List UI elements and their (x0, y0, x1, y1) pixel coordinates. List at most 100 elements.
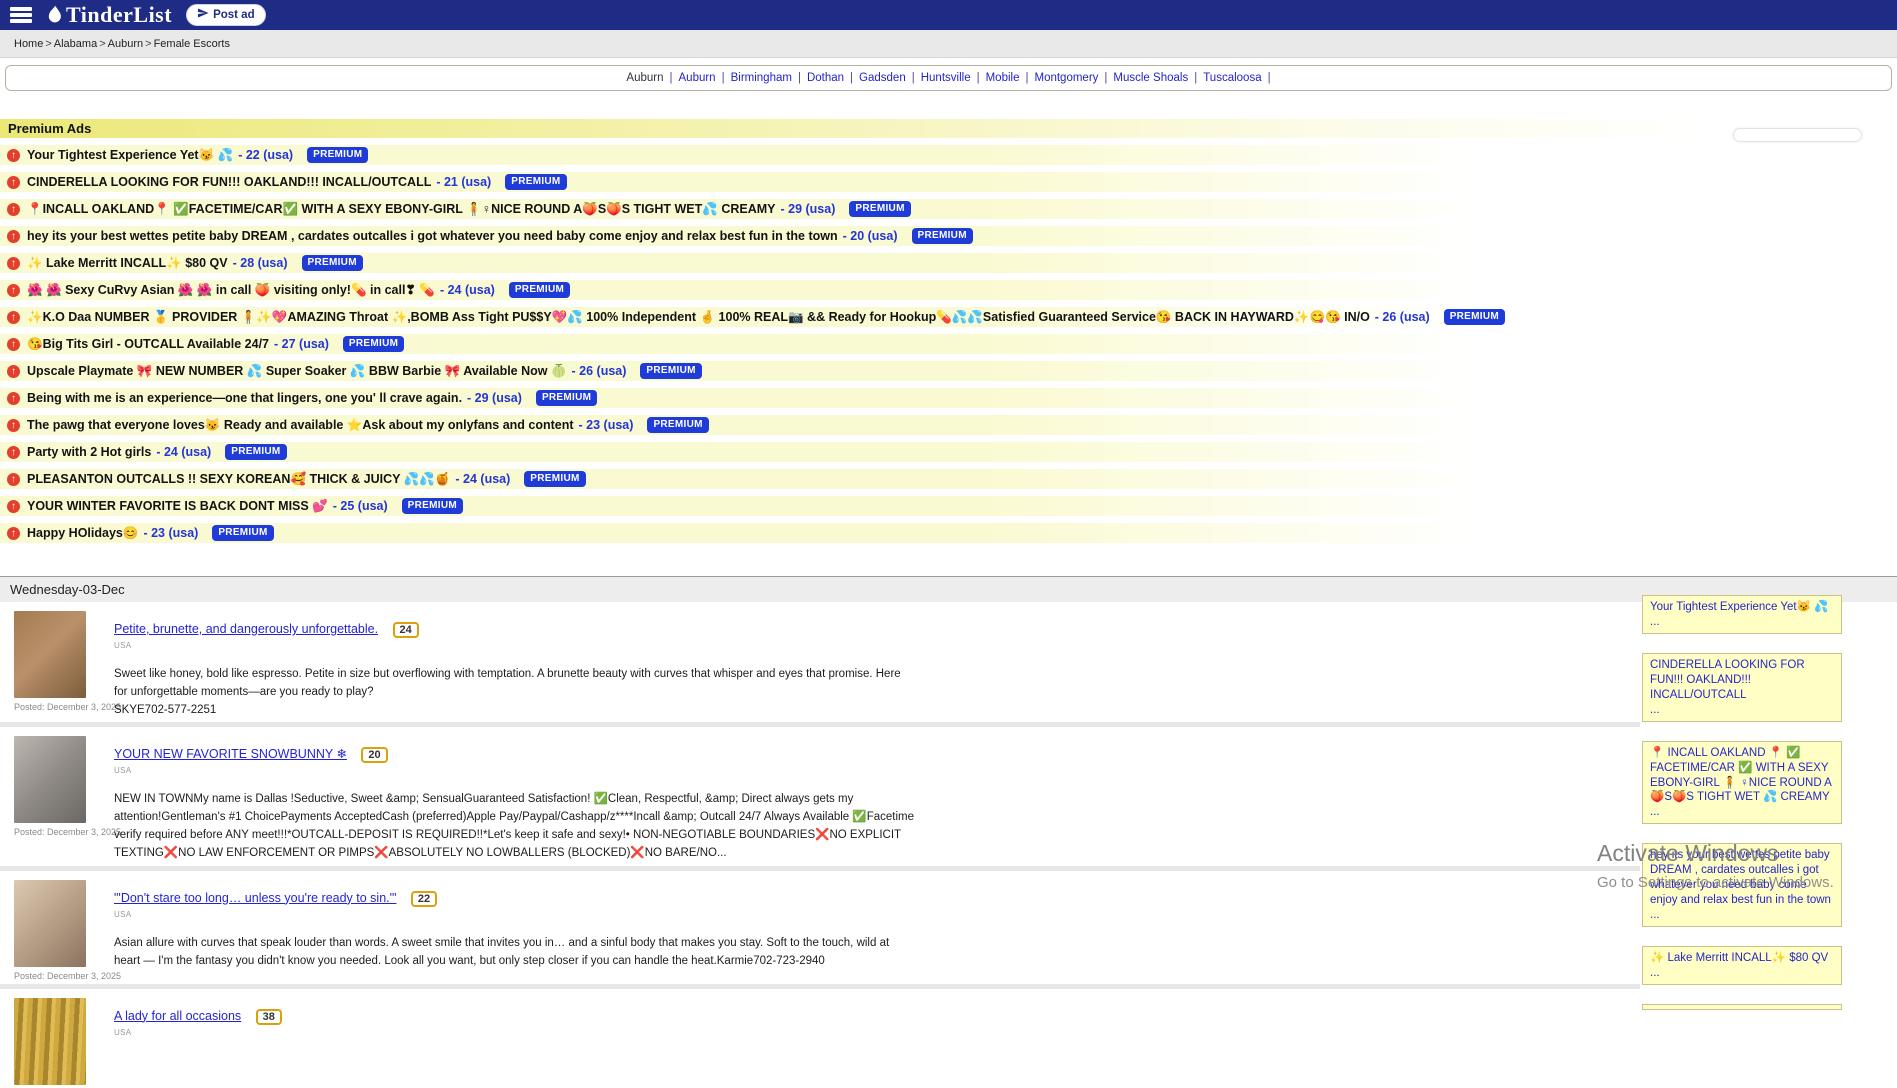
listing-title-link[interactable]: A lady for all occasions (114, 1009, 241, 1023)
listing-title-link[interactable]: Petite, brunette, and dangerously unforg… (114, 622, 378, 636)
sidebar-card-title[interactable]: hey its your best wettes petite baby DRE… (1650, 849, 1831, 906)
city-link-mobile[interactable]: Mobile (986, 72, 1020, 84)
listing-thumbnail[interactable] (14, 998, 86, 1085)
sidebar-premium-card[interactable]: hey its your best wettes petite baby DRE… (1642, 843, 1842, 927)
city-link-montgomery[interactable]: Montgomery (1034, 72, 1098, 84)
premium-ad-age: - 29 (usa) (781, 202, 836, 216)
breadcrumb-city[interactable]: Auburn (108, 38, 143, 50)
sidebar-card-title[interactable]: Your Tightest Experience Yet😼 💦 (1650, 601, 1828, 613)
sidebar-premium-card[interactable]: Your Tightest Experience Yet😼 💦 ... (1642, 595, 1842, 634)
bump-arrow-icon (7, 365, 20, 378)
premium-badge: PREMIUM (912, 228, 973, 245)
breadcrumb-home[interactable]: Home (14, 38, 43, 50)
premium-ad-row[interactable]: Party with 2 Hot girls - 24 (usa) PREMIU… (0, 442, 1897, 462)
premium-ad-title[interactable]: PLEASANTON OUTCALLS !! SEXY KOREAN🥰 THIC… (27, 472, 450, 487)
listing-country: USA (114, 641, 1640, 650)
premium-badge: PREMIUM (536, 390, 597, 407)
premium-ad-title[interactable]: Being with me is an experience—one that … (27, 391, 462, 405)
listing-item[interactable]: Posted: December 3, 2025 Petite, brunett… (0, 602, 1640, 722)
premium-ad-age: - 29 (usa) (467, 391, 522, 405)
sidebar-premium-card[interactable]: ✨ Lake Merritt INCALL✨ $80 QV ... (1642, 946, 1842, 985)
city-link-birmingham[interactable]: Birmingham (731, 72, 792, 84)
listing-title-link[interactable]: YOUR NEW FAVORITE SNOWBUNNY ❄ (114, 747, 347, 761)
city-link-tuscaloosa[interactable]: Tuscaloosa (1203, 72, 1261, 84)
posted-date: Posted: December 3, 2025 (14, 971, 114, 981)
city-link-auburn[interactable]: Auburn (679, 72, 716, 84)
flame-icon (46, 5, 63, 25)
premium-ad-row[interactable]: ✨ Lake Merritt INCALL✨ $80 QV - 28 (usa)… (0, 253, 1897, 273)
city-link-dothan[interactable]: Dothan (807, 72, 844, 84)
bump-arrow-icon (7, 176, 20, 189)
listing-country: USA (114, 910, 1640, 919)
sidebar-premium-card[interactable]: 📍 INCALL OAKLAND 📍 ✅ FACETIME/CAR ✅ WITH… (1642, 741, 1842, 825)
posted-date: Posted: December 3, 2025 (14, 827, 114, 837)
listing-item[interactable]: Posted: December 3, 2025 YOUR NEW FAVORI… (0, 727, 1640, 865)
sidebar-card-title[interactable]: ✨ Lake Merritt INCALL✨ $80 QV (1650, 952, 1828, 964)
premium-ad-title[interactable]: The pawg that everyone loves😼 Ready and … (27, 418, 574, 433)
age-badge: 38 (256, 1009, 282, 1025)
city-link-gadsden[interactable]: Gadsden (859, 72, 906, 84)
date-header: Wednesday-03-Dec (0, 576, 1897, 602)
premium-ad-row[interactable]: Happy HOlidays😊 - 23 (usa) PREMIUM (0, 523, 1897, 543)
premium-ad-title[interactable]: Party with 2 Hot girls (27, 445, 151, 459)
premium-ad-row[interactable]: CINDERELLA LOOKING FOR FUN!!! OAKLAND!!!… (0, 172, 1897, 192)
premium-ad-title[interactable]: ✨ Lake Merritt INCALL✨ $80 QV (27, 256, 228, 271)
premium-ad-row[interactable]: ✨K.O Daa NUMBER 🥇 PROVIDER 🧍✨💖AMAZING Th… (0, 307, 1897, 327)
premium-ad-row[interactable]: PLEASANTON OUTCALLS !! SEXY KOREAN🥰 THIC… (0, 469, 1897, 489)
premium-ad-row[interactable]: 🌺 🌺 Sexy CuRvy Asian 🌺 🌺 in call 🍑 visit… (0, 280, 1897, 300)
premium-ad-row[interactable]: Your Tightest Experience Yet😼 💦 - 22 (us… (0, 145, 1897, 165)
breadcrumb-separator: > (45, 38, 51, 50)
premium-ad-row[interactable]: hey its your best wettes petite baby DRE… (0, 226, 1897, 246)
premium-badge: PREMIUM (509, 282, 570, 299)
bump-arrow-icon (7, 473, 20, 486)
ad-placeholder-pill (1733, 128, 1862, 142)
breadcrumb-state[interactable]: Alabama (54, 38, 97, 50)
premium-ad-title[interactable]: 🌺 🌺 Sexy CuRvy Asian 🌺 🌺 in call 🍑 visit… (27, 282, 435, 298)
premium-ad-age: - 28 (usa) (233, 256, 288, 270)
premium-ad-title[interactable]: ✨K.O Daa NUMBER 🥇 PROVIDER 🧍✨💖AMAZING Th… (27, 310, 1370, 325)
breadcrumb-separator: > (145, 38, 151, 50)
sidebar-card-more[interactable]: ... (1650, 966, 1834, 981)
listing-item[interactable]: A lady for all occasions 38 USA (0, 989, 1640, 1088)
sidebar-premium-card[interactable]: CINDERELLA LOOKING FOR FUN!!! OAKLAND!!!… (1642, 653, 1842, 722)
premium-ad-title[interactable]: CINDERELLA LOOKING FOR FUN!!! OAKLAND!!!… (27, 175, 431, 189)
listing-title-link[interactable]: "'Don't stare too long… unless you're re… (114, 891, 396, 905)
breadcrumb-category[interactable]: Female Escorts (154, 38, 230, 50)
city-link-huntsville[interactable]: Huntsville (921, 72, 971, 84)
premium-ad-age: - 25 (usa) (333, 499, 388, 513)
bump-arrow-icon (7, 230, 20, 243)
premium-ad-row[interactable]: 📍INCALL OAKLAND📍 ✅FACETIME/CAR✅ WITH A S… (0, 199, 1897, 219)
premium-ad-title[interactable]: Upscale Playmate 🎀 NEW NUMBER 💦 Super So… (27, 364, 567, 379)
listing-thumbnail[interactable] (14, 611, 86, 698)
premium-ad-title[interactable]: Your Tightest Experience Yet😼 💦 (27, 148, 233, 163)
premium-ad-title[interactable]: YOUR WINTER FAVORITE IS BACK DONT MISS 💕 (27, 499, 328, 514)
premium-sidebar: Your Tightest Experience Yet😼 💦 ... CIND… (1642, 595, 1842, 1010)
listing-country: USA (114, 1028, 1640, 1037)
premium-ad-row[interactable]: Being with me is an experience—one that … (0, 388, 1897, 408)
menu-icon[interactable] (10, 7, 32, 23)
city-link-muscle-shoals[interactable]: Muscle Shoals (1113, 72, 1188, 84)
sidebar-card-more[interactable]: ... (1650, 615, 1834, 630)
sidebar-card-more[interactable]: ... (1650, 908, 1834, 923)
premium-ad-row[interactable]: YOUR WINTER FAVORITE IS BACK DONT MISS 💕… (0, 496, 1897, 516)
listing-item[interactable]: Posted: December 3, 2025 "'Don't stare t… (0, 871, 1640, 984)
premium-ad-age: - 21 (usa) (436, 175, 491, 189)
listing-thumbnail[interactable] (14, 736, 86, 823)
sidebar-card-title[interactable]: CINDERELLA LOOKING FOR FUN!!! OAKLAND!!!… (1650, 659, 1805, 701)
premium-ad-row[interactable]: 😘Big Tits Girl - OUTCALL Available 24/7 … (0, 334, 1897, 354)
sidebar-card-more[interactable]: ... (1650, 703, 1834, 718)
premium-badge: PREMIUM (302, 255, 363, 272)
bump-arrow-icon (7, 284, 20, 297)
premium-ad-title[interactable]: Happy HOlidays😊 (27, 526, 138, 541)
sidebar-card-title[interactable]: 📍 INCALL OAKLAND 📍 ✅ FACETIME/CAR ✅ WITH… (1650, 747, 1832, 804)
premium-ad-row[interactable]: Upscale Playmate 🎀 NEW NUMBER 💦 Super So… (0, 361, 1897, 381)
premium-ad-row[interactable]: The pawg that everyone loves😼 Ready and … (0, 415, 1897, 435)
premium-ad-title[interactable]: hey its your best wettes petite baby DRE… (27, 229, 838, 243)
post-ad-button[interactable]: Post ad (186, 4, 266, 26)
premium-ad-title[interactable]: 📍INCALL OAKLAND📍 ✅FACETIME/CAR✅ WITH A S… (27, 202, 776, 217)
sidebar-premium-card[interactable] (1642, 1004, 1842, 1010)
brand-logo[interactable]: TinderList (46, 2, 172, 28)
listing-thumbnail[interactable] (14, 880, 86, 967)
premium-ad-title[interactable]: 😘Big Tits Girl - OUTCALL Available 24/7 (27, 337, 269, 352)
sidebar-card-more[interactable]: ... (1650, 805, 1834, 820)
